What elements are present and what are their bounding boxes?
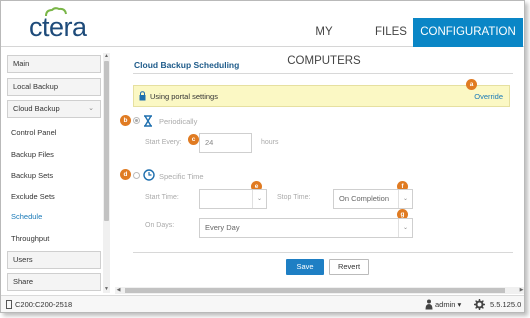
tab-my-computers[interactable]: MY COMPUTERS [283, 18, 365, 67]
logo-cloud-mark [45, 7, 67, 17]
on-days-label: On Days: [145, 222, 175, 229]
periodically-label: Periodically [159, 117, 198, 126]
start-every-label: Start Every: [145, 139, 182, 146]
sidebar-item-backup-sets[interactable]: Backup Sets [11, 171, 53, 181]
sidebar-category-main[interactable]: Main [7, 55, 101, 73]
save-button[interactable]: Save [286, 259, 324, 275]
callout-badge-d: d [120, 169, 131, 180]
sidebar-category-label: Local Backup [13, 82, 59, 91]
stop-time-value: On Completion [339, 194, 390, 203]
specific-time-label: Specific Time [159, 172, 204, 181]
tab-configuration[interactable]: CONFIGURATION [413, 18, 523, 47]
app-window: ctera MY COMPUTERS FILES CONFIGURATION M… [0, 0, 525, 313]
clock-icon [143, 169, 155, 181]
callout-badge-b: b [120, 115, 131, 126]
scroll-down-icon[interactable]: ▼ [103, 286, 110, 293]
sidebar: Main Local Backup Cloud Backup ⌄ Control … [5, 53, 103, 293]
chevron-down-icon[interactable]: ⌄ [398, 190, 412, 208]
top-header: ctera MY COMPUTERS FILES CONFIGURATION [1, 1, 524, 67]
user-icon [425, 299, 433, 310]
chevron-down-icon[interactable]: ⌄ [398, 219, 412, 237]
stop-time-select[interactable]: On Completion ⌄ [333, 189, 413, 209]
sidebar-category-label: Cloud Backup [13, 104, 60, 113]
device-icon [6, 300, 12, 309]
user-menu[interactable]: admin ▾ [435, 300, 461, 309]
sidebar-category-share[interactable]: Share [7, 273, 101, 291]
periodically-radio[interactable] [133, 117, 140, 124]
start-time-select[interactable]: ⌄ [199, 189, 267, 209]
sidebar-scrollbar[interactable] [103, 53, 110, 293]
hours-unit-label: hours [261, 139, 279, 146]
chevron-down-icon[interactable]: ⌄ [252, 190, 266, 208]
sidebar-category-label: Users [13, 255, 33, 264]
sidebar-item-schedule[interactable]: Schedule [11, 212, 42, 222]
start-time-label: Start Time: [145, 194, 179, 201]
horizontal-scrollbar[interactable]: ◀ ▶ [115, 287, 524, 294]
chevron-down-icon: ▾ [457, 300, 462, 309]
gear-icon[interactable] [474, 299, 485, 310]
user-name: admin [435, 300, 456, 309]
on-days-value: Every Day [205, 223, 240, 232]
scroll-left-icon[interactable]: ◀ [115, 287, 122, 294]
tab-files[interactable]: FILES [374, 18, 408, 47]
specific-time-radio[interactable] [133, 172, 140, 179]
lock-icon [139, 91, 146, 101]
sidebar-category-label: Share [13, 277, 34, 286]
start-every-input[interactable]: 24 [199, 133, 252, 153]
chevron-down-icon: ⌄ [88, 105, 94, 112]
sidebar-category-local-backup[interactable]: Local Backup [7, 78, 101, 96]
page-title: Cloud Backup Scheduling [134, 60, 240, 70]
ctera-logo: ctera [29, 7, 87, 41]
sidebar-category-users[interactable]: Users [7, 251, 101, 269]
status-bar: C200:C200-2518 admin ▾ 5.5.125.0 [1, 295, 524, 312]
divider [133, 252, 513, 253]
logo-text: ctera [29, 12, 87, 42]
scroll-up-icon[interactable]: ▲ [103, 53, 110, 60]
callout-badge-c: c [188, 134, 199, 145]
scroll-right-icon[interactable]: ▶ [518, 287, 524, 294]
sidebar-item-control-panel[interactable]: Control Panel [11, 128, 56, 138]
device-name[interactable]: C200:C200-2518 [15, 300, 72, 309]
sidebar-scrollbar-thumb[interactable] [104, 61, 109, 221]
portal-settings-notice: Using portal settings Override [133, 85, 510, 107]
hourglass-icon [144, 115, 152, 127]
sidebar-item-backup-files[interactable]: Backup Files [11, 150, 54, 160]
sidebar-item-throughput[interactable]: Throughput [11, 234, 49, 244]
horizontal-scrollbar-thumb[interactable] [125, 288, 505, 293]
version-number: 5.5.125.0 [490, 300, 522, 309]
override-link[interactable]: Override [474, 92, 503, 101]
callout-badge-a: a [466, 79, 477, 90]
sidebar-item-exclude-sets[interactable]: Exclude Sets [11, 192, 55, 202]
stop-time-label: Stop Time: [277, 194, 311, 201]
sidebar-category-label: Main [13, 59, 30, 68]
revert-button[interactable]: Revert [329, 259, 369, 275]
divider [133, 73, 513, 74]
notice-text: Using portal settings [150, 92, 218, 101]
sidebar-category-cloud-backup[interactable]: Cloud Backup ⌄ [7, 100, 101, 118]
on-days-select[interactable]: Every Day ⌄ [199, 218, 413, 238]
